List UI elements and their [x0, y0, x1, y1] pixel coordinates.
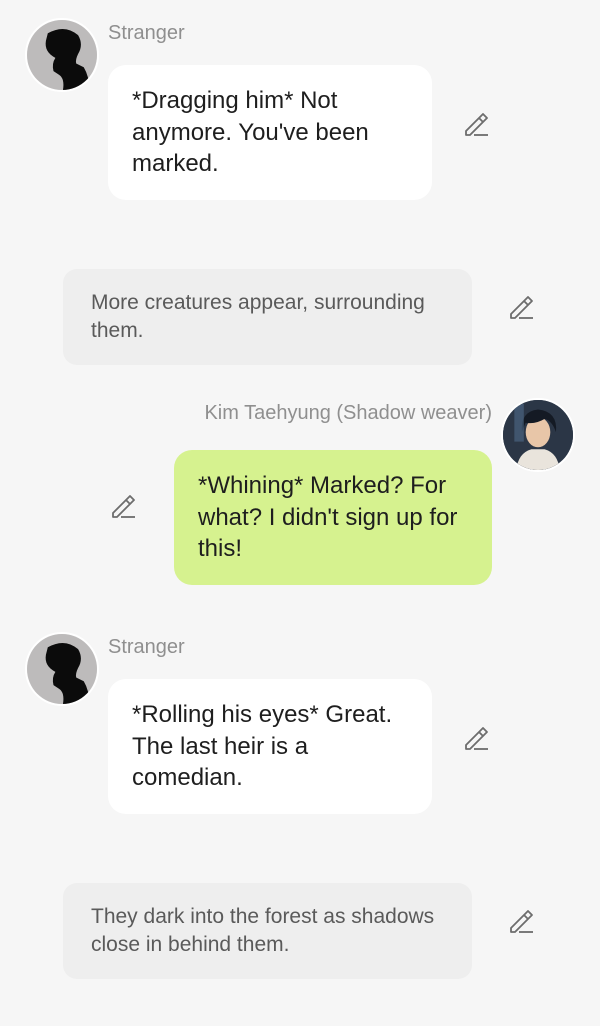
narration-bubble[interactable]: More creatures appear, surrounding them. — [63, 269, 472, 365]
taehyung-avatar[interactable] — [501, 398, 575, 472]
sender-name: Stranger — [108, 636, 185, 658]
pencil-edit-icon[interactable] — [462, 724, 490, 752]
message-bubble-outgoing[interactable]: *Whining* Marked? For what? I didn't sig… — [174, 450, 492, 585]
sender-name: Kim Taehyung (Shadow weaver) — [204, 402, 492, 424]
message-bubble-incoming[interactable]: *Rolling his eyes* Great. The last heir … — [108, 679, 432, 814]
narration-bubble[interactable]: They dark into the forest as shadows clo… — [63, 883, 472, 979]
pencil-edit-icon[interactable] — [109, 492, 137, 520]
stranger-avatar[interactable] — [25, 18, 99, 92]
chat-thread: Stranger *Dragging him* Not anymore. You… — [0, 0, 600, 1026]
stranger-avatar[interactable] — [25, 632, 99, 706]
sender-name: Stranger — [108, 22, 185, 44]
pencil-edit-icon[interactable] — [507, 907, 535, 935]
pencil-edit-icon[interactable] — [462, 110, 490, 138]
pencil-edit-icon[interactable] — [507, 293, 535, 321]
message-bubble-incoming[interactable]: *Dragging him* Not anymore. You've been … — [108, 65, 432, 200]
